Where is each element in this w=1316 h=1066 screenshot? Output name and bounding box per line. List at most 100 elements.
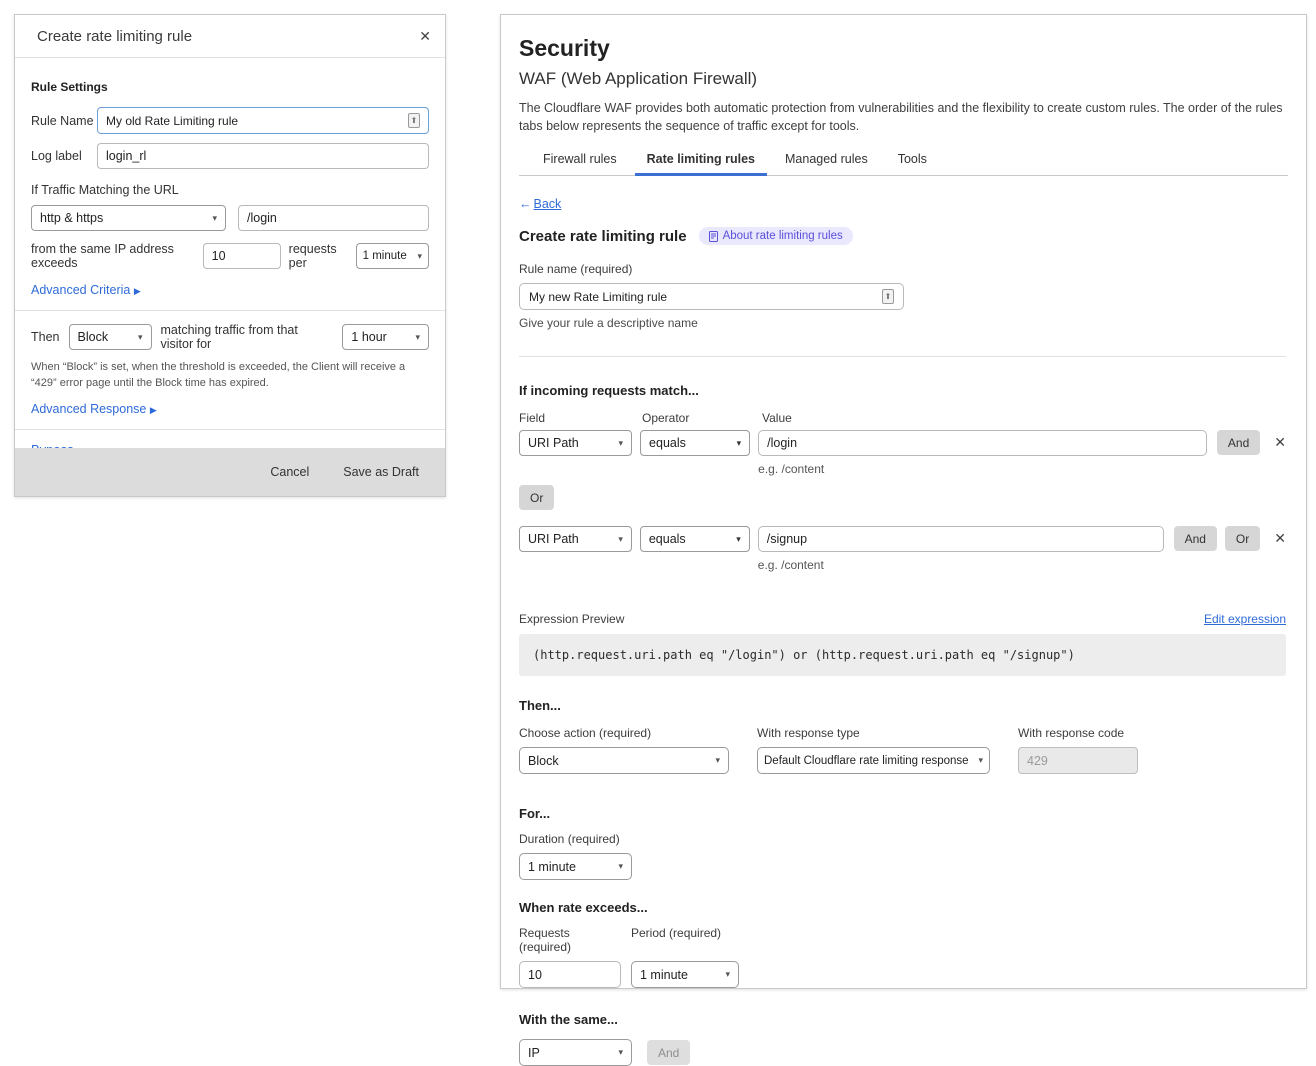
ban-duration-select[interactable]: 1 hour ▾	[342, 324, 429, 350]
about-rate-limiting-badge[interactable]: About rate limiting rules	[699, 227, 853, 245]
chevron-down-icon: ▾	[206, 213, 217, 224]
chevron-down-icon: ▾	[972, 755, 983, 766]
rate-exceeds-heading: When rate exceeds...	[519, 900, 1286, 915]
chevron-down-icon: ▾	[612, 1047, 623, 1058]
advanced-response-link[interactable]: Advanced Response ▶	[31, 402, 429, 416]
or-connector-button[interactable]: Or	[519, 485, 554, 510]
remove-condition-icon[interactable]: ✕	[1274, 434, 1286, 451]
condition-row: URI Path ▾ equals ▾ e.g. /content And ✕	[519, 430, 1286, 476]
operator-select[interactable]: equals ▾	[640, 430, 750, 456]
value-input[interactable]	[758, 526, 1164, 552]
value-column-label: Value	[762, 411, 792, 425]
response-type-label: With response type	[757, 726, 990, 740]
rule-name-help: Give your rule a descriptive name	[519, 316, 1286, 330]
choose-action-label: Choose action (required)	[519, 726, 729, 740]
response-code-label: With response code	[1018, 726, 1138, 740]
with-same-heading: With the same...	[519, 1012, 1286, 1027]
log-label-input[interactable]	[97, 143, 429, 169]
and-characteristic-button[interactable]: And	[647, 1040, 690, 1065]
action-select[interactable]: Block ▾	[519, 747, 729, 774]
rule-settings-heading: Rule Settings	[31, 80, 429, 94]
security-waf-panel: Security WAF (Web Application Firewall) …	[500, 14, 1307, 989]
chevron-down-icon: ▾	[719, 969, 730, 980]
back-link[interactable]: ←Back	[519, 197, 561, 211]
rule-name-input[interactable]	[106, 114, 408, 128]
waf-description: The Cloudflare WAF provides both automat…	[519, 99, 1286, 135]
exceeds-label: from the same IP address exceeds	[31, 242, 195, 270]
chevron-down-icon: ▾	[612, 861, 623, 872]
chevron-down-icon: ▾	[731, 438, 742, 449]
chevron-down-icon: ▾	[730, 534, 741, 545]
characteristic-select[interactable]: IP ▾	[519, 1039, 632, 1066]
tab-rate-limiting-rules[interactable]: Rate limiting rules	[647, 152, 755, 175]
field-column-label: Field	[519, 411, 642, 425]
matching-label: matching traffic from that visitor for	[161, 323, 334, 351]
field-select[interactable]: URI Path ▾	[519, 430, 632, 456]
section-divider	[519, 356, 1286, 357]
password-manager-icon[interactable]: ⬆	[882, 289, 894, 304]
period-label: Period (required)	[631, 926, 721, 954]
duration-label: Duration (required)	[519, 832, 1286, 846]
value-hint: e.g. /content	[758, 558, 1164, 572]
period-select[interactable]: 1 minute ▾	[356, 243, 429, 269]
waf-tabs: Firewall rules Rate limiting rules Manag…	[543, 152, 1286, 175]
log-label: Log label	[31, 149, 97, 163]
period-select[interactable]: 1 minute ▾	[631, 961, 739, 988]
save-as-draft-button[interactable]: Save as Draft	[343, 465, 419, 479]
action-select[interactable]: Block ▾	[69, 324, 152, 350]
chevron-down-icon: ▾	[709, 755, 720, 766]
tab-firewall-rules[interactable]: Firewall rules	[543, 152, 617, 175]
dialog-header: Create rate limiting rule ✕	[15, 15, 445, 58]
chevron-down-icon: ▾	[411, 251, 422, 262]
tab-tools[interactable]: Tools	[898, 152, 927, 175]
field-select[interactable]: URI Path ▾	[519, 526, 632, 552]
page-title: Security	[519, 35, 1286, 62]
expression-preview-label: Expression Preview	[519, 612, 624, 626]
dialog-footer: Cancel Save as Draft	[15, 448, 445, 496]
requests-label: Requests (required)	[519, 926, 621, 954]
edit-expression-link[interactable]: Edit expression	[1204, 612, 1286, 626]
cancel-button[interactable]: Cancel	[270, 465, 309, 479]
divider	[15, 310, 445, 311]
response-code-input	[1018, 747, 1138, 774]
dialog-title: Create rate limiting rule	[37, 28, 192, 45]
expand-arrow-icon: ▶	[150, 405, 157, 415]
operator-select[interactable]: equals ▾	[640, 526, 750, 552]
or-button[interactable]: Or	[1225, 526, 1260, 551]
create-rate-limiting-rule-dialog: Create rate limiting rule ✕ Rule Setting…	[14, 14, 446, 497]
chevron-down-icon: ▾	[132, 332, 143, 343]
expand-arrow-icon: ▶	[134, 286, 141, 296]
match-heading: If incoming requests match...	[519, 383, 1286, 398]
divider	[15, 429, 445, 430]
and-button[interactable]: And	[1217, 430, 1260, 455]
close-icon[interactable]: ✕	[419, 28, 431, 45]
operator-column-label: Operator	[642, 411, 762, 425]
page-subtitle: WAF (Web Application Firewall)	[519, 69, 1286, 89]
expression-preview-box: (http.request.uri.path eq "/login") or (…	[519, 634, 1286, 676]
for-heading: For...	[519, 806, 1286, 821]
value-input[interactable]	[758, 430, 1207, 456]
rule-name-input[interactable]	[529, 290, 882, 304]
scheme-select[interactable]: http & https ▾	[31, 205, 226, 231]
response-type-select[interactable]: Default Cloudflare rate limiting respons…	[757, 747, 990, 774]
then-heading: Then...	[519, 698, 1286, 713]
duration-select[interactable]: 1 minute ▾	[519, 853, 632, 880]
url-input[interactable]	[238, 205, 429, 231]
then-label: Then	[31, 330, 60, 344]
chevron-down-icon: ▾	[612, 534, 623, 545]
rule-name-label: Rule name (required)	[519, 262, 1286, 276]
rule-name-label: Rule Name	[31, 114, 97, 128]
condition-row: URI Path ▾ equals ▾ e.g. /content And Or…	[519, 526, 1286, 572]
and-button[interactable]: And	[1174, 526, 1217, 551]
left-arrow-icon: ←	[519, 197, 532, 211]
password-manager-icon[interactable]: ⬆	[408, 113, 420, 128]
requests-input[interactable]	[519, 961, 621, 988]
requests-input[interactable]	[203, 243, 281, 269]
requests-per-label: requests per	[289, 242, 348, 270]
tab-managed-rules[interactable]: Managed rules	[785, 152, 868, 175]
traffic-match-label: If Traffic Matching the URL	[31, 183, 429, 197]
advanced-criteria-link[interactable]: Advanced Criteria ▶	[31, 283, 429, 297]
document-icon	[709, 231, 718, 242]
chevron-down-icon: ▾	[613, 438, 624, 449]
remove-condition-icon[interactable]: ✕	[1274, 530, 1286, 547]
